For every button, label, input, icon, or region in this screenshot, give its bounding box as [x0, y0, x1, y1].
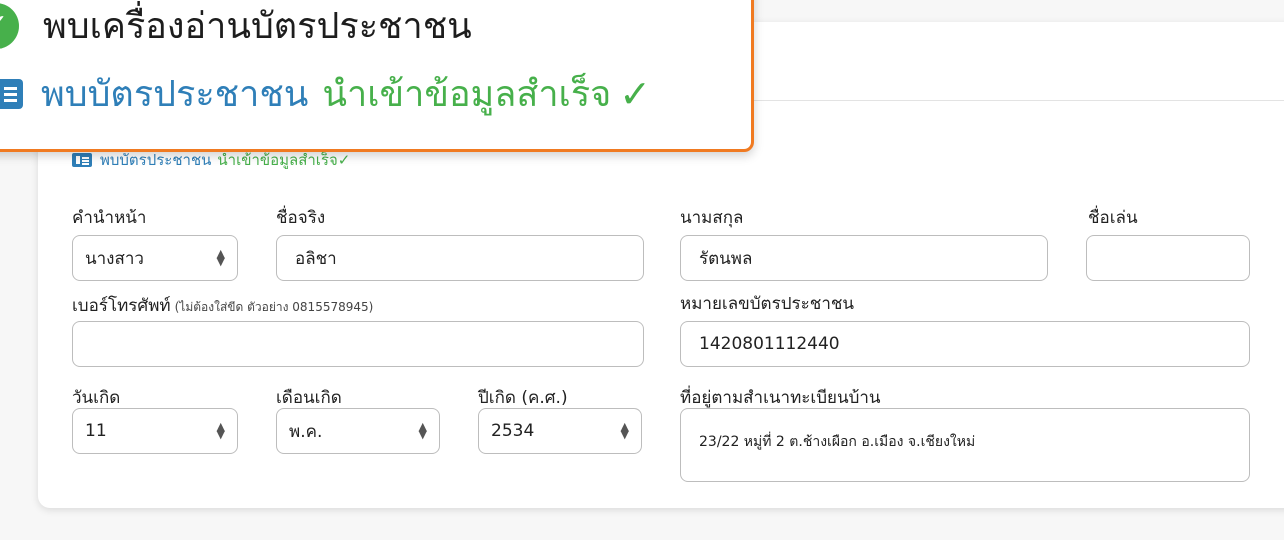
checkmark-icon: ✓ [337, 151, 351, 169]
id-number-input[interactable]: 1420801112440 [680, 321, 1250, 367]
address-label: ที่อยู่ตามสำเนาทะเบียนบ้าน [680, 388, 881, 408]
status-callout: ✓ พบเครื่องอ่านบัตรประชาชน พบบัตรประชาชน… [0, 0, 754, 152]
page: ✓ พบเครื่องอ่านบัตรประชาชน พบบัตรประชาชน… [0, 0, 1284, 540]
birth-year-select[interactable]: 2534 ▲ ▼ [478, 408, 642, 454]
title-label: คำนำหน้า [72, 208, 147, 228]
check-circle-icon: ✓ [0, 2, 19, 49]
title-select[interactable]: นางสาว ▲ ▼ [72, 235, 238, 281]
birth-month-label: เดือนเกิด [276, 388, 342, 408]
birth-month-value: พ.ค. [289, 421, 323, 442]
title-select-value: นางสาว [85, 248, 144, 269]
phone-hint: (ไม่ต้องใส่ขีด ตัวอย่าง 0815578945) [174, 300, 374, 314]
id-card-icon [72, 153, 92, 167]
card-status-row: พบบัตรประชาชน นำเข้าข้อมูลสำเร็จ ✓ [0, 65, 651, 122]
last-name-value: รัตนพล [699, 248, 753, 269]
id-card-icon [0, 78, 23, 109]
select-arrows-icon: ▲ ▼ [216, 420, 225, 441]
id-number-label: หมายเลขบัตรประชาชน [680, 294, 855, 314]
birth-day-value: 11 [85, 421, 107, 441]
card-found-text: พบบัตรประชาชน [41, 74, 309, 115]
last-name-input[interactable]: รัตนพล [680, 235, 1048, 281]
phone-label-text: เบอร์โทรศัพท์ [72, 296, 171, 316]
birth-month-select[interactable]: พ.ค. ▲ ▼ [276, 408, 440, 454]
checkmark-icon: ✓ [619, 71, 652, 116]
birth-year-label: ปีเกิด (ค.ศ.) [478, 388, 568, 408]
reader-status-row: ✓ พบเครื่องอ่านบัตรประชาชน [0, 0, 472, 54]
nickname-label: ชื่อเล่น [1088, 208, 1138, 228]
select-arrows-icon: ▲ ▼ [216, 247, 225, 268]
birth-day-label: วันเกิด [72, 388, 121, 408]
reader-found-text: พบเครื่องอ่านบัตรประชาชน [43, 6, 472, 47]
address-value: 23/22 หมู่ที่ 2 ต.ช้างเผือก อ.เมือง จ.เช… [699, 434, 976, 450]
birth-year-value: 2534 [491, 421, 535, 441]
import-success-text: นำเข้าข้อมูลสำเร็จ [322, 74, 612, 115]
phone-label: เบอร์โทรศัพท์ (ไม่ต้องใส่ขีด ตัวอย่าง 081… [72, 292, 373, 319]
birth-day-select[interactable]: 11 ▲ ▼ [72, 408, 238, 454]
phone-input[interactable] [72, 321, 644, 367]
nickname-input[interactable] [1086, 235, 1250, 281]
first-name-value: อลิชา [295, 248, 337, 269]
select-arrows-icon: ▲ ▼ [418, 420, 427, 441]
address-textarea[interactable]: 23/22 หมู่ที่ 2 ต.ช้างเผือก อ.เมือง จ.เช… [680, 408, 1250, 482]
select-arrows-icon: ▲ ▼ [620, 420, 629, 441]
id-number-value: 1420801112440 [699, 334, 840, 354]
first-name-input[interactable]: อลิชา [276, 235, 644, 281]
last-name-label: นามสกุล [680, 208, 744, 228]
first-name-label: ชื่อจริง [276, 208, 326, 228]
